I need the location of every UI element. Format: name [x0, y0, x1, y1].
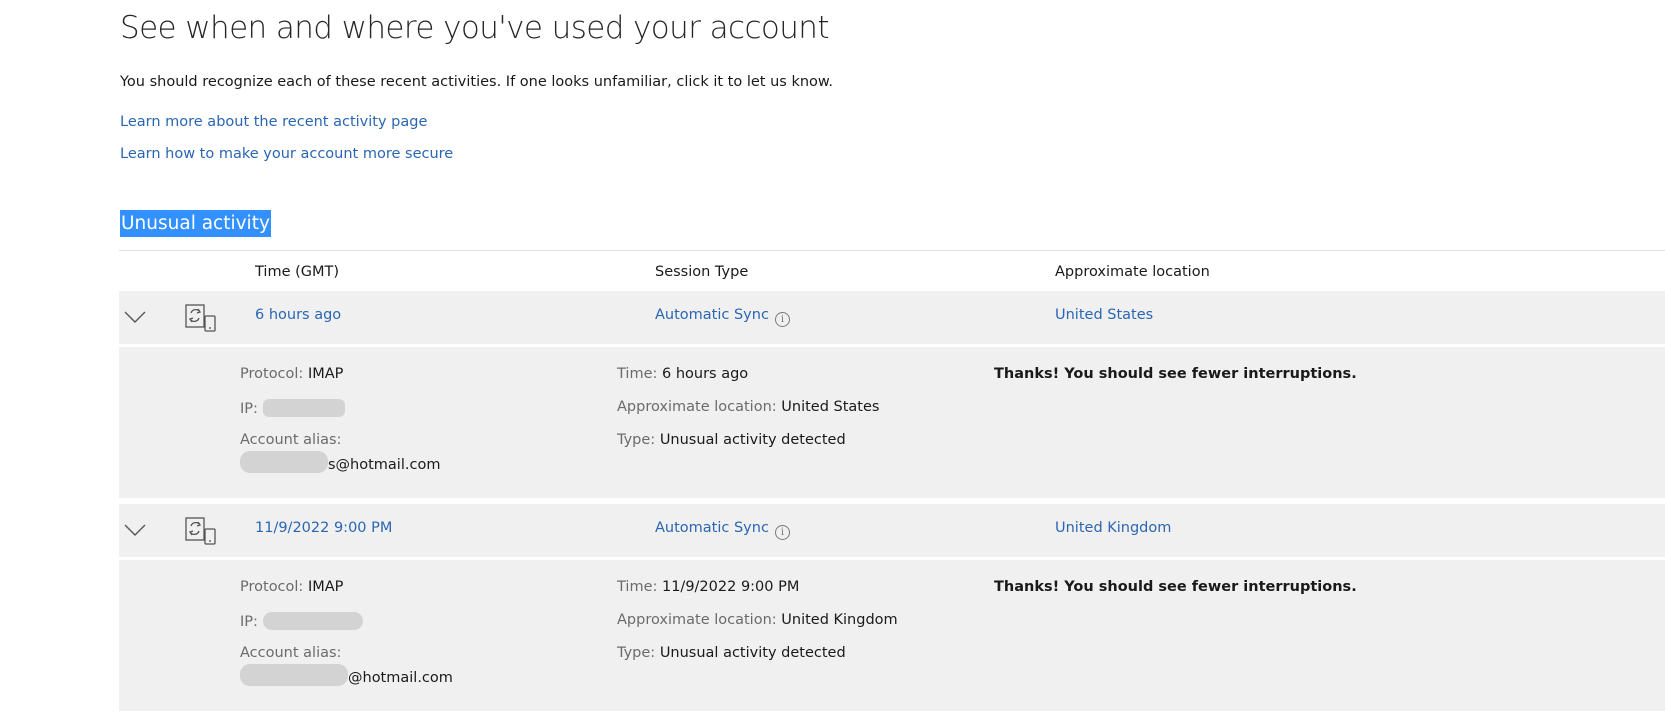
activity-location-link[interactable]: United Kingdom	[1055, 520, 1171, 536]
alias-value: @hotmail.com	[348, 670, 453, 686]
activity-item: 6 hours ago Automatic Sync i United State…	[119, 291, 1665, 498]
detail-time: Time: 6 hours ago	[617, 366, 748, 382]
info-icon[interactable]: i	[774, 312, 790, 327]
redacted-ip	[262, 399, 345, 417]
ip-label: IP:	[240, 614, 258, 630]
detail-account-alias-label: Account alias:	[240, 645, 341, 661]
approximate-location-value: United States	[781, 399, 880, 415]
detail-account-alias-label: Account alias:	[240, 432, 341, 448]
detail-ip: IP:	[240, 399, 345, 417]
activity-location-link[interactable]: United States	[1055, 307, 1153, 323]
redacted-alias	[240, 451, 328, 473]
activity-table: Time (GMT) Session Type Approximate loca…	[119, 250, 1665, 717]
activity-time-link[interactable]: 11/9/2022 9:00 PM	[255, 520, 392, 536]
detail-approximate-location: Approximate location: United States	[617, 399, 879, 415]
activity-item: 11/9/2022 9:00 PM Automatic Sync i United…	[119, 504, 1665, 711]
column-header-session-type: Session Type	[655, 264, 749, 280]
learn-more-recent-activity-link[interactable]: Learn more about the recent activity pag…	[120, 114, 427, 130]
activity-details: Protocol: IMAP IP: Account alias: @hotma…	[119, 560, 1665, 711]
protocol-label: Protocol:	[240, 366, 304, 382]
page-title: See when and where you've used your acco…	[120, 10, 830, 46]
sync-device-icon	[185, 304, 216, 332]
detail-account-alias-value: s@hotmail.com	[240, 451, 440, 473]
protocol-value: IMAP	[307, 579, 344, 595]
confirmation-message: Thanks! You should see fewer interruptio…	[994, 366, 1357, 382]
protocol-label: Protocol:	[240, 579, 304, 595]
info-icon[interactable]: i	[774, 525, 790, 540]
detail-approximate-location: Approximate location: United Kingdom	[617, 612, 898, 628]
activity-session-type-link[interactable]: Automatic Sync i	[655, 520, 790, 540]
time-label: Time:	[617, 366, 658, 382]
type-label: Type:	[617, 645, 656, 661]
activity-time-link[interactable]: 6 hours ago	[255, 307, 341, 323]
protocol-value: IMAP	[307, 366, 344, 382]
type-value: Unusual activity detected	[659, 432, 846, 448]
sync-device-icon	[185, 517, 216, 545]
detail-protocol: Protocol: IMAP	[240, 579, 343, 595]
activity-session-type-link[interactable]: Automatic Sync i	[655, 307, 790, 327]
column-header-time: Time (GMT)	[255, 264, 340, 280]
activity-summary-row[interactable]: 6 hours ago Automatic Sync i United State…	[119, 291, 1665, 344]
chevron-down-icon[interactable]	[124, 310, 146, 324]
type-value: Unusual activity detected	[659, 645, 846, 661]
column-header-location: Approximate location	[1055, 264, 1210, 280]
account-alias-label: Account alias:	[240, 432, 342, 448]
session-type-label: Automatic Sync	[655, 520, 769, 536]
type-label: Type:	[617, 432, 656, 448]
approximate-location-label: Approximate location:	[617, 612, 777, 628]
redacted-alias	[240, 664, 348, 686]
approximate-location-label: Approximate location:	[617, 399, 777, 415]
activity-details: Protocol: IMAP IP: Account alias: s@hotm…	[119, 347, 1665, 498]
ip-label: IP:	[240, 401, 258, 417]
section-heading-unusual-activity: Unusual activity	[120, 210, 271, 237]
detail-type: Type: Unusual activity detected	[617, 645, 846, 661]
table-header: Time (GMT) Session Type Approximate loca…	[119, 251, 1665, 291]
chevron-down-icon[interactable]	[124, 523, 146, 537]
detail-type: Type: Unusual activity detected	[617, 432, 846, 448]
learn-account-security-link[interactable]: Learn how to make your account more secu…	[120, 146, 453, 162]
intro-text: You should recognize each of these recen…	[120, 74, 834, 90]
recent-activity-page: See when and where you've used your acco…	[0, 0, 1665, 728]
detail-account-alias-value: @hotmail.com	[240, 664, 453, 686]
time-value: 11/9/2022 9:00 PM	[661, 579, 800, 595]
approximate-location-value: United Kingdom	[781, 612, 898, 628]
time-value: 6 hours ago	[661, 366, 749, 382]
detail-time: Time: 11/9/2022 9:00 PM	[617, 579, 799, 595]
confirmation-message: Thanks! You should see fewer interruptio…	[994, 579, 1357, 595]
detail-ip: IP:	[240, 612, 363, 630]
time-label: Time:	[617, 579, 658, 595]
redacted-ip	[262, 612, 363, 630]
account-alias-label: Account alias:	[240, 645, 342, 661]
activity-summary-row[interactable]: 11/9/2022 9:00 PM Automatic Sync i United…	[119, 504, 1665, 557]
detail-protocol: Protocol: IMAP	[240, 366, 343, 382]
alias-value: s@hotmail.com	[328, 457, 441, 473]
session-type-label: Automatic Sync	[655, 307, 769, 323]
